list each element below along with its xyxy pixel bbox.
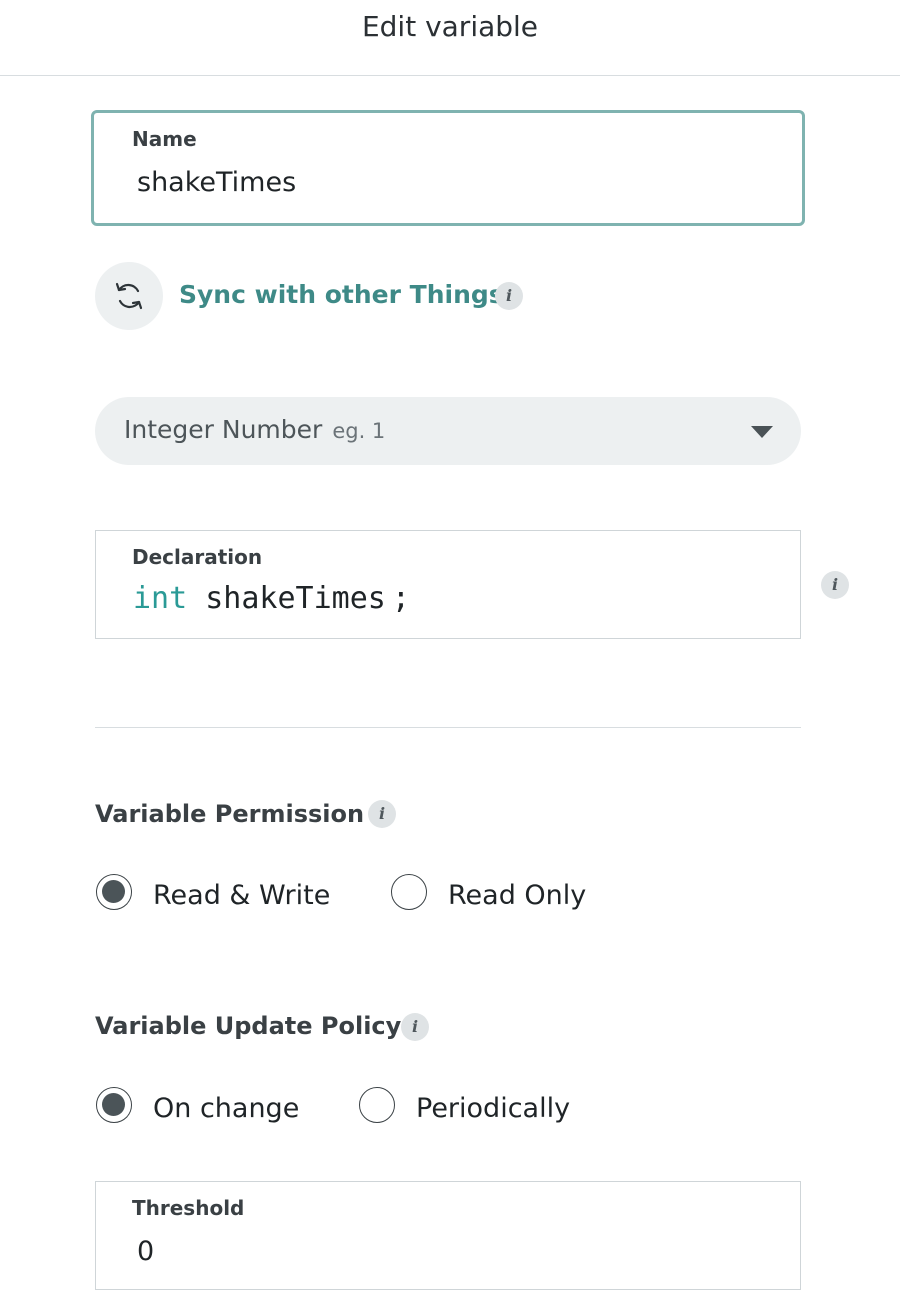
- threshold-label: Threshold: [132, 1196, 245, 1220]
- sync-icon: [115, 282, 143, 310]
- sync-info-icon[interactable]: i: [495, 282, 523, 310]
- radio-read-only-label[interactable]: Read Only: [448, 880, 586, 911]
- permission-info-icon[interactable]: i: [368, 800, 396, 828]
- radio-periodically-label[interactable]: Periodically: [416, 1093, 570, 1124]
- update-policy-info-icon[interactable]: i: [401, 1013, 429, 1041]
- declaration-field: Declaration int shakeTimes;: [95, 530, 801, 639]
- declaration-identifier: shakeTimes: [205, 581, 386, 616]
- type-select-example: eg. 1: [332, 419, 386, 443]
- declaration-label: Declaration: [132, 545, 263, 569]
- update-policy-title: Variable Update Policy: [95, 1012, 402, 1040]
- declaration-code: int shakeTimes;: [133, 581, 410, 616]
- radio-read-only-circle[interactable]: [391, 874, 427, 910]
- type-select[interactable]: Integer Number eg. 1: [95, 397, 801, 465]
- radio-on-change-label[interactable]: On change: [153, 1093, 299, 1124]
- radio-on-change-circle[interactable]: [96, 1087, 132, 1123]
- threshold-value[interactable]: 0: [137, 1236, 154, 1267]
- declaration-info-icon[interactable]: i: [821, 571, 849, 599]
- name-field-label: Name: [132, 127, 197, 151]
- threshold-field[interactable]: Threshold 0: [95, 1181, 801, 1290]
- radio-read-write-circle[interactable]: [96, 874, 132, 910]
- permission-title: Variable Permission: [95, 800, 365, 828]
- type-select-value: Integer Number: [124, 415, 323, 444]
- radio-periodically-circle[interactable]: [359, 1087, 395, 1123]
- declaration-keyword: int: [133, 581, 188, 616]
- sync-with-things-link[interactable]: Sync with other Things: [179, 280, 504, 309]
- radio-read-write-label[interactable]: Read & Write: [153, 880, 330, 911]
- name-field[interactable]: Name shakeTimes: [91, 110, 805, 226]
- dialog-title: Edit variable: [361, 10, 539, 43]
- dialog-header: Edit variable: [0, 0, 900, 76]
- sync-button[interactable]: [95, 262, 163, 330]
- chevron-down-icon[interactable]: [751, 426, 773, 438]
- type-select-value-wrap: Integer Number eg. 1: [124, 415, 385, 444]
- name-field-value[interactable]: shakeTimes: [137, 167, 296, 198]
- section-divider: [95, 727, 801, 728]
- declaration-terminator: ;: [391, 581, 410, 616]
